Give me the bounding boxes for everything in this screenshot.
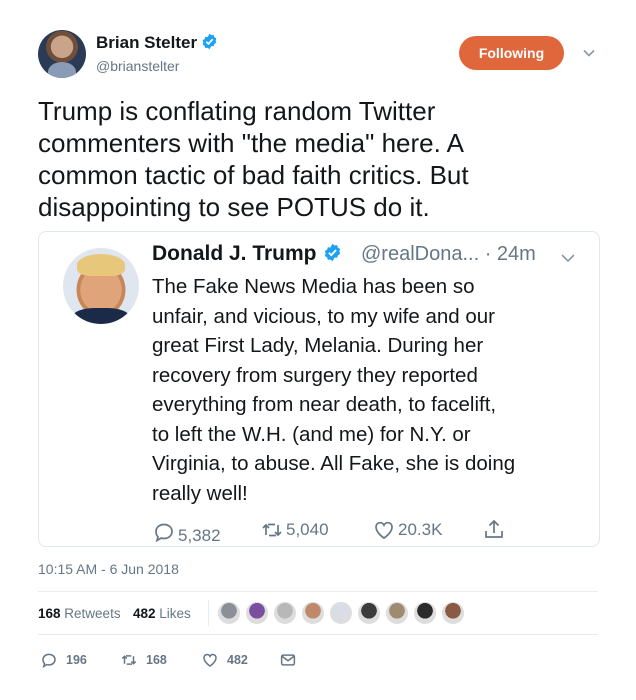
quoted-like-action[interactable]: 20.3K — [372, 518, 442, 542]
liker-avatar[interactable] — [329, 601, 353, 625]
divider — [38, 634, 598, 635]
quoted-tweet[interactable]: Donald J. Trump @realDona... · 24m The F… — [38, 231, 600, 547]
quoted-tweet-text: The Fake News Media has been so unfair, … — [152, 275, 516, 505]
liker-avatar[interactable] — [441, 601, 465, 625]
liker-avatar[interactable] — [357, 601, 381, 625]
retweet-icon — [262, 523, 282, 537]
like-icon — [203, 653, 217, 667]
chevron-down-icon[interactable] — [582, 46, 596, 60]
author-name[interactable]: Brian Stelter — [96, 33, 218, 53]
quoted-author-name-text: Donald J. Trump — [152, 242, 317, 265]
liker-avatar[interactable] — [413, 601, 437, 625]
quoted-reply-action[interactable]: 5,382 — [152, 518, 221, 546]
quoted-author-name[interactable]: Donald J. Trump — [152, 242, 342, 266]
stats-separator — [208, 600, 209, 626]
divider — [38, 591, 598, 592]
tweet-timestamp[interactable]: 10:15 AM - 6 Jun 2018 — [38, 561, 179, 577]
verified-badge-icon — [324, 243, 340, 262]
retweets-stat-count: 168 — [38, 606, 61, 621]
direct-message-icon — [280, 654, 296, 666]
liker-avatar[interactable] — [385, 601, 409, 625]
quoted-author-avatar[interactable] — [63, 248, 139, 324]
verified-badge-icon — [202, 33, 217, 50]
quoted-share-action[interactable] — [482, 518, 508, 542]
retweets-stat-label: Retweets — [64, 606, 121, 621]
liker-avatar[interactable] — [273, 601, 297, 625]
reply-count: 196 — [66, 653, 87, 667]
quoted-like-count: 20.3K — [398, 520, 443, 539]
following-button[interactable]: Following — [459, 36, 564, 70]
direct-message-action[interactable] — [279, 651, 305, 669]
reply-icon — [155, 523, 173, 543]
retweet-icon — [121, 655, 137, 665]
retweet-count: 168 — [146, 653, 167, 667]
quoted-retweet-count: 5,040 — [286, 520, 329, 539]
reply-action[interactable]: 196 — [40, 651, 87, 669]
likes-stat[interactable]: 482 Likes — [133, 606, 191, 621]
retweet-action[interactable]: 168 — [120, 651, 167, 669]
like-count: 482 — [227, 653, 248, 667]
liker-avatar[interactable] — [245, 601, 269, 625]
quoted-retweet-action[interactable]: 5,040 — [260, 518, 329, 542]
likes-stat-count: 482 — [133, 606, 156, 621]
like-action[interactable]: 482 — [201, 651, 248, 669]
liker-avatar[interactable] — [217, 601, 241, 625]
reply-icon — [42, 653, 56, 668]
likes-stat-label: Likes — [159, 606, 191, 621]
quoted-handle-time[interactable]: @realDona... · 24m — [361, 243, 536, 266]
quoted-reply-count: 5,382 — [178, 526, 221, 545]
author-name-text: Brian Stelter — [96, 33, 198, 52]
liker-avatar[interactable] — [301, 601, 325, 625]
retweets-stat[interactable]: 168 Retweets — [38, 606, 121, 621]
like-icon — [375, 521, 393, 540]
author-avatar[interactable] — [38, 30, 86, 78]
author-handle[interactable]: @brianstelter — [96, 58, 179, 74]
chevron-down-icon[interactable] — [560, 250, 576, 266]
quoted-actions: 5,382 5,040 20.3K — [152, 518, 592, 546]
share-icon — [485, 519, 503, 538]
tweet-text: Trump is conflating random Twitter comme… — [38, 96, 469, 222]
